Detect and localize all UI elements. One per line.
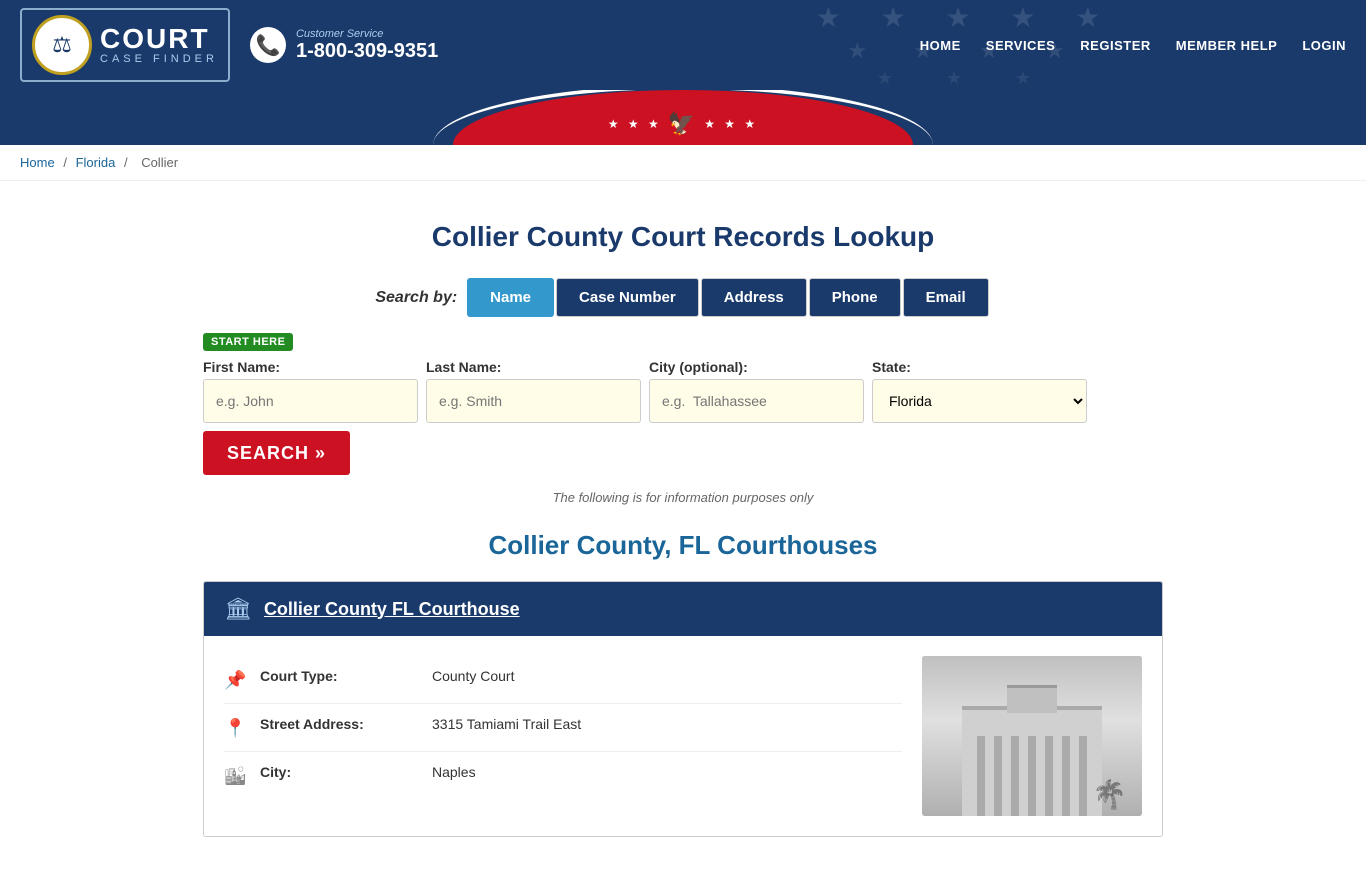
tab-email[interactable]: Email <box>903 278 989 317</box>
court-type-icon: 📌 <box>224 670 248 691</box>
nav-member-help[interactable]: MEMBER HELP <box>1176 38 1278 53</box>
nav-services[interactable]: SERVICES <box>986 38 1056 53</box>
breadcrumb-florida[interactable]: Florida <box>76 155 116 170</box>
city-label-detail: City: <box>260 764 420 780</box>
courthouse-icon: 🏛 <box>224 596 252 622</box>
eagle-icon: 🦅 <box>668 111 698 137</box>
cs-label: Customer Service <box>296 28 438 40</box>
last-name-input[interactable] <box>426 379 641 423</box>
detail-row-address: 📍 Street Address: 3315 Tamiami Trail Eas… <box>224 704 902 752</box>
street-address-label: Street Address: <box>260 716 420 732</box>
courthouse-card: 🏛 Collier County FL Courthouse 📌 Court T… <box>203 581 1163 837</box>
eagle-stars-left: ★ ★ ★ <box>608 117 662 131</box>
main-nav: HOME SERVICES REGISTER MEMBER HELP LOGIN <box>920 38 1346 53</box>
state-group: State: Florida Alabama Georgia Texas Cal… <box>872 359 1087 423</box>
header-left: ⚖ COURT CASE FINDER 📞 Customer Service 1… <box>20 8 438 82</box>
address-icon: 📍 <box>224 718 248 739</box>
first-name-group: First Name: <box>203 359 418 423</box>
logo-text: COURT CASE FINDER <box>100 25 218 65</box>
nav-login[interactable]: LOGIN <box>1302 38 1346 53</box>
arch-banner: ★ ★ ★ 🦅 ★ ★ ★ <box>0 90 1366 145</box>
detail-row-city: 🏙 City: Naples <box>224 752 902 799</box>
city-icon: 🏙 <box>224 766 248 787</box>
logo-case-finder-label: CASE FINDER <box>100 53 218 65</box>
first-name-input[interactable] <box>203 379 418 423</box>
breadcrumb-home[interactable]: Home <box>20 155 55 170</box>
city-input[interactable] <box>649 379 864 423</box>
search-form: First Name: Last Name: City (optional): … <box>203 359 1163 475</box>
nav-home[interactable]: HOME <box>920 38 961 53</box>
logo[interactable]: ⚖ COURT CASE FINDER <box>20 8 230 82</box>
state-select[interactable]: Florida Alabama Georgia Texas California <box>872 379 1087 423</box>
street-address-value: 3315 Tamiami Trail East <box>432 716 581 732</box>
page-title: Collier County Court Records Lookup <box>203 221 1163 253</box>
last-name-label: Last Name: <box>426 359 641 375</box>
state-label: State: <box>872 359 1087 375</box>
customer-service: 📞 Customer Service 1-800-309-9351 <box>250 27 438 63</box>
tab-phone[interactable]: Phone <box>809 278 901 317</box>
breadcrumb-sep1: / <box>63 155 67 170</box>
first-name-label: First Name: <box>203 359 418 375</box>
cs-phone: 1-800-309-9351 <box>296 40 438 63</box>
court-type-label: Court Type: <box>260 668 420 684</box>
city-group: City (optional): <box>649 359 864 423</box>
start-here-badge: START HERE <box>203 332 1163 359</box>
courthouse-header: 🏛 Collier County FL Courthouse <box>204 582 1162 636</box>
header: ★ ★ ★ ★ ★ ★ ★ ★ ★ ★ ★ ★ ⚖ COURT CASE FIN… <box>0 0 1366 90</box>
search-by-row: Search by: Name Case Number Address Phon… <box>203 278 1163 317</box>
city-label: City (optional): <box>649 359 864 375</box>
breadcrumb-sep2: / <box>124 155 128 170</box>
tab-name[interactable]: Name <box>467 278 554 317</box>
city-value: Naples <box>432 764 476 780</box>
logo-court-label: COURT <box>100 25 218 53</box>
eagle-stars-right: ★ ★ ★ <box>704 117 758 131</box>
cs-text: Customer Service 1-800-309-9351 <box>296 28 438 63</box>
courthouse-name[interactable]: Collier County FL Courthouse <box>264 599 520 620</box>
courthouse-details: 📌 Court Type: County Court 📍 Street Addr… <box>224 656 902 816</box>
breadcrumb-current: Collier <box>141 155 178 170</box>
nav-register[interactable]: REGISTER <box>1080 38 1150 53</box>
detail-row-type: 📌 Court Type: County Court <box>224 656 902 704</box>
info-note: The following is for information purpose… <box>203 490 1163 505</box>
tab-case-number[interactable]: Case Number <box>556 278 699 317</box>
palm-tree-icon: 🌴 <box>1092 778 1127 811</box>
courthouse-image: 🌴 <box>922 656 1142 816</box>
tab-address[interactable]: Address <box>701 278 807 317</box>
eagle-banner: ★ ★ ★ 🦅 ★ ★ ★ <box>608 111 758 137</box>
main-content: Collier County Court Records Lookup Sear… <box>183 181 1183 877</box>
search-by-label: Search by: <box>375 289 457 307</box>
logo-badge-icon: ⚖ <box>32 15 92 75</box>
courthouses-title: Collier County, FL Courthouses <box>203 530 1163 561</box>
start-here-label: START HERE <box>203 333 293 351</box>
last-name-group: Last Name: <box>426 359 641 423</box>
court-type-value: County Court <box>432 668 514 684</box>
search-button[interactable]: SEARCH » <box>203 431 350 475</box>
courthouse-body: 📌 Court Type: County Court 📍 Street Addr… <box>204 636 1162 836</box>
breadcrumb: Home / Florida / Collier <box>0 145 1366 181</box>
phone-icon: 📞 <box>250 27 286 63</box>
